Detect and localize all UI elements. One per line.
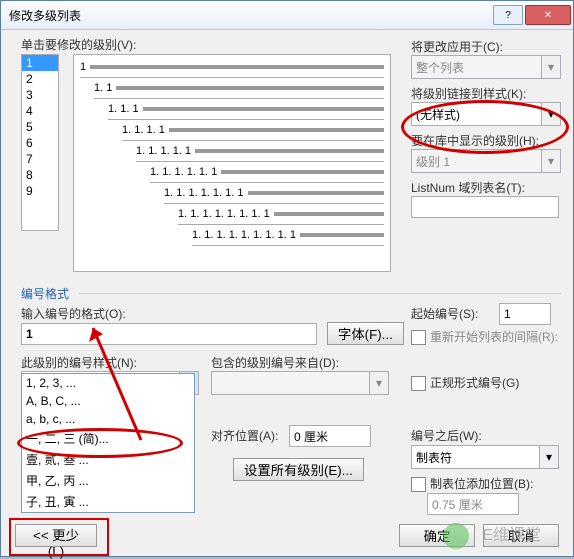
chevron-down-icon: ▾ (539, 446, 558, 468)
style-opt[interactable]: 甲, 乙, 丙 ... (22, 470, 194, 491)
preview-bar (169, 128, 384, 132)
input-number-format[interactable] (21, 323, 317, 345)
label-start-at: 起始编号(S): (411, 305, 478, 322)
preview-number: 1. 1. 1 (108, 103, 139, 115)
set-all-levels-button[interactable]: 设置所有级别(E)... (233, 458, 364, 481)
level-item-6[interactable]: 6 (22, 135, 58, 151)
wechat-icon (443, 523, 469, 549)
preview-bar (116, 86, 384, 90)
preview-bar (143, 107, 384, 111)
combo-apply-to[interactable]: 整个列表▾ (411, 55, 561, 79)
preview-number: 1. 1. 1. 1. 1. 1 (150, 166, 217, 178)
level-item-9[interactable]: 9 (22, 183, 58, 199)
level-item-4[interactable]: 4 (22, 103, 58, 119)
level-item-1[interactable]: 1 (22, 55, 58, 71)
preview-bar (248, 191, 385, 195)
dialog-modify-multilevel-list: 修改多级列表 ? ✕ 单击要修改的级别(V): 1 2 3 4 5 6 7 8 … (0, 0, 574, 557)
style-opt[interactable]: 1, 2, 3, ... (22, 374, 194, 392)
chevron-down-icon: ▾ (541, 103, 560, 125)
style-opt[interactable]: a, b, c, ... (22, 410, 194, 428)
preview-bar (221, 170, 384, 174)
preview-bar (274, 212, 384, 216)
font-button[interactable]: 字体(F)... (327, 322, 404, 345)
style-opt[interactable]: A, B, C, ... (22, 392, 194, 410)
preview-number: 1. 1. 1. 1. 1 (136, 145, 191, 157)
label-link-style: 将级别链接到样式(K): (411, 85, 561, 102)
label-input-format: 输入编号的格式(O): (21, 305, 126, 322)
level-item-7[interactable]: 7 (22, 151, 58, 167)
chevron-down-icon: ▾ (541, 56, 560, 78)
level-item-3[interactable]: 3 (22, 87, 58, 103)
preview-bar (195, 149, 384, 153)
preview-number: 1. 1. 1. 1. 1. 1. 1 (164, 187, 244, 199)
preview-bar (300, 233, 384, 237)
input-tab-position[interactable] (427, 493, 519, 515)
preview-number: 1. 1 (94, 82, 112, 94)
check-restart[interactable]: 重新开始列表的间隔(R): (411, 328, 558, 345)
level-item-5[interactable]: 5 (22, 119, 58, 135)
label-followed-by: 编号之后(W): (411, 427, 482, 444)
preview-pane: 1 1. 1 1. 1. 1 1. 1. 1. 1 1. 1. 1. 1. 1 1. 1.… (73, 54, 391, 272)
dropdown-number-style[interactable]: 1, 2, 3, ... A, B, C, ... a, b, c, ... 一… (21, 373, 195, 513)
less-button[interactable]: << 更少(L) (15, 524, 97, 547)
style-opt[interactable]: 子, 丑, 寅 ... (22, 491, 194, 512)
chevron-down-icon: ▾ (541, 150, 560, 172)
label-listnum: ListNum 域列表名(T): (411, 179, 561, 196)
preview-number: 1. 1. 1. 1. 1. 1. 1. 1 (178, 208, 270, 220)
close-button[interactable]: ✕ (525, 5, 571, 25)
preview-number: 1 (80, 61, 86, 73)
cancel-button[interactable]: 取消 (483, 524, 559, 547)
label-include-from: 包含的级别编号来自(D): (211, 354, 339, 371)
divider (79, 293, 561, 294)
label-apply-to: 将更改应用于(C): (411, 38, 561, 55)
preview-bar (90, 65, 384, 69)
check-legal[interactable]: 正规形式编号(G) (411, 374, 519, 391)
check-add-tab[interactable]: 制表位添加位置(B): (411, 475, 533, 492)
combo-gallery-level[interactable]: 级别 1▾ (411, 149, 561, 173)
input-start-at[interactable] (499, 303, 551, 325)
help-button[interactable]: ? (493, 5, 523, 25)
titlebar: 修改多级列表 ? ✕ (1, 1, 573, 30)
chevron-down-icon: ▾ (369, 372, 388, 394)
combo-link-style[interactable]: (无样式)▾ (411, 102, 561, 126)
level-item-8[interactable]: 8 (22, 167, 58, 183)
preview-number: 1. 1. 1. 1. 1. 1. 1. 1. 1 (192, 229, 296, 241)
input-listnum[interactable] (411, 196, 559, 218)
style-opt[interactable]: 一, 二, 三 (简)... (22, 428, 194, 449)
preview-number: 1. 1. 1. 1 (122, 124, 165, 136)
label-align: 对齐位置(A): (211, 427, 278, 444)
combo-followed-by[interactable]: 制表符▾ (411, 445, 559, 469)
label-click-level: 单击要修改的级别(V): (21, 36, 136, 53)
level-item-2[interactable]: 2 (22, 71, 58, 87)
section-number-format: 编号格式 (21, 285, 69, 302)
input-align[interactable] (289, 425, 371, 447)
style-opt[interactable]: 壹, 贰, 叁 ... (22, 449, 194, 470)
combo-include-from[interactable]: ▾ (211, 371, 389, 395)
level-listbox[interactable]: 1 2 3 4 5 6 7 8 9 (21, 54, 59, 231)
label-gallery-level: 要在库中显示的级别(H): (411, 132, 561, 149)
label-this-style: 此级别的编号样式(N): (21, 354, 137, 371)
dialog-title: 修改多级列表 (9, 7, 493, 24)
